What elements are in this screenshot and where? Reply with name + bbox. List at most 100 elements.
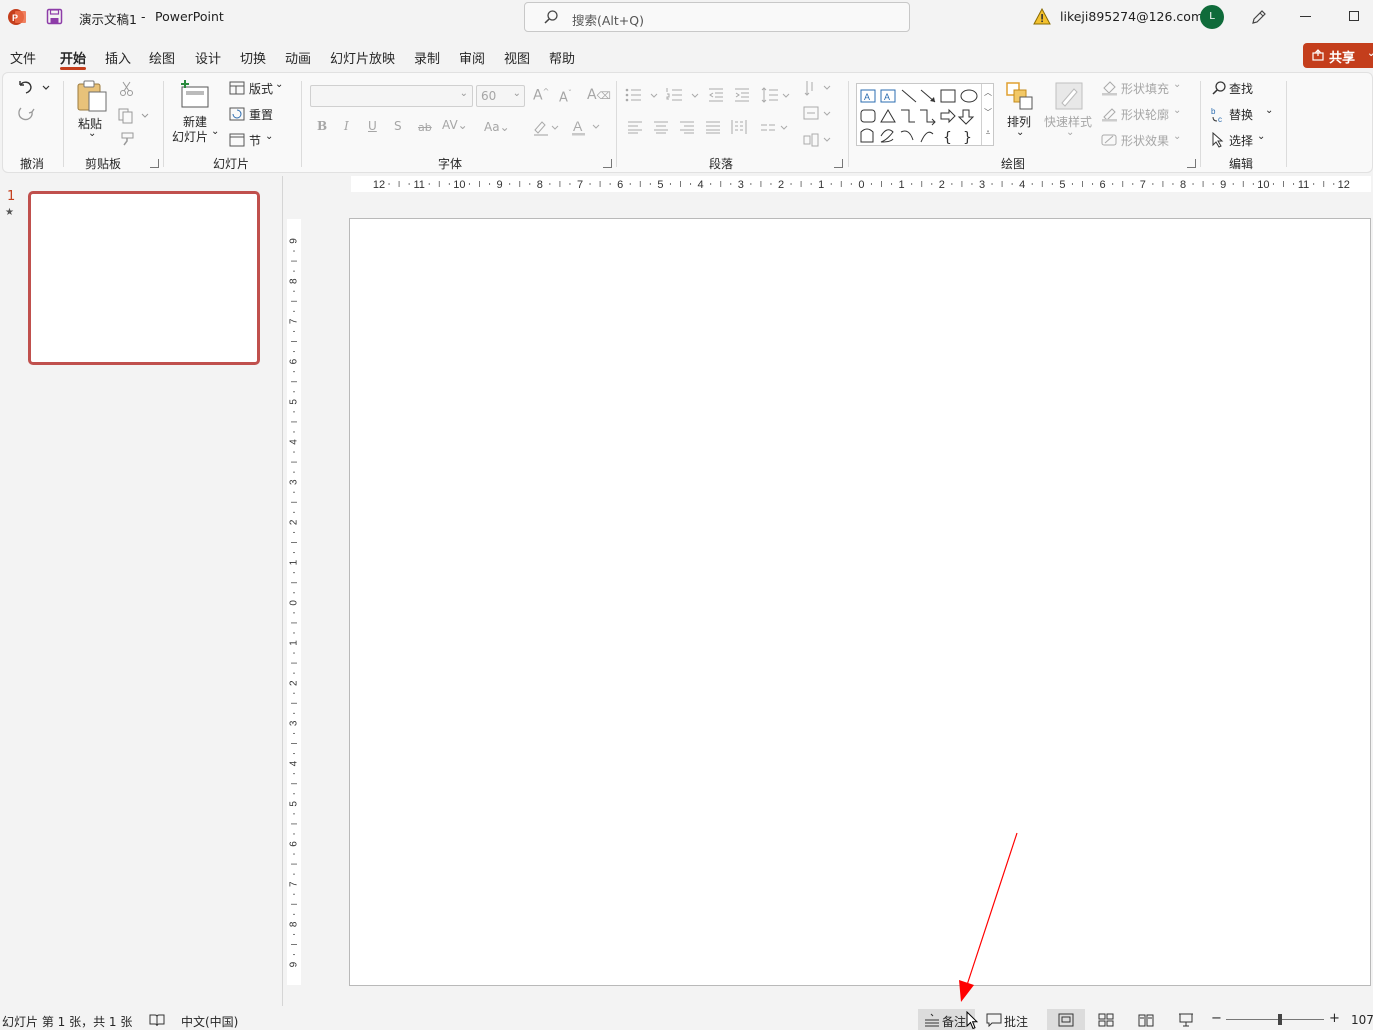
chevron-down-icon[interactable]: ⌄ (1173, 79, 1181, 90)
align-text-icon[interactable] (803, 106, 833, 122)
shape-effects-label[interactable]: 形状效果 (1121, 132, 1169, 149)
minimize-icon[interactable] (1300, 16, 1311, 17)
tab-file[interactable]: 文件 (10, 48, 36, 67)
columns-icon[interactable] (731, 119, 747, 135)
numbering-icon[interactable] (666, 87, 700, 103)
chevron-down-icon[interactable]: ⌄ (1257, 131, 1265, 142)
slideshow-view-icon[interactable] (1178, 1013, 1194, 1027)
shape-outline-label[interactable]: 形状轮廓 (1121, 106, 1169, 123)
shape-fill-icon[interactable] (1101, 80, 1119, 96)
tab-animations[interactable]: 动画 (285, 48, 311, 67)
cut-icon[interactable] (119, 81, 135, 97)
arrange-icon[interactable] (1005, 81, 1035, 111)
dialog-launcher-icon[interactable] (1187, 159, 1196, 168)
avatar[interactable]: L (1200, 5, 1224, 29)
decrease-indent-icon[interactable] (708, 87, 724, 103)
layout-icon[interactable] (229, 81, 245, 95)
language-status[interactable]: 中文(中国) (181, 1013, 238, 1030)
bold-icon[interactable]: B (317, 119, 327, 133)
dialog-launcher-icon[interactable] (150, 159, 159, 168)
chevron-down-icon[interactable]: ⌄ (1016, 127, 1024, 138)
format-painter-icon[interactable] (119, 131, 135, 147)
chevron-down-icon[interactable]: ﹀ (982, 104, 994, 124)
tab-insert[interactable]: 插入 (105, 48, 131, 67)
align-right-icon[interactable] (679, 120, 695, 134)
chevron-down-icon[interactable]: ⌄ (1066, 127, 1074, 138)
undo-icon[interactable] (16, 79, 52, 97)
shape-effects-icon[interactable] (1101, 132, 1119, 148)
align-left-icon[interactable] (627, 120, 643, 134)
underline-icon[interactable]: U (368, 119, 377, 133)
section-label[interactable]: 节 (249, 132, 261, 149)
new-slide-icon[interactable] (178, 79, 212, 109)
tab-transitions[interactable]: 切换 (240, 48, 266, 67)
zoom-in-button[interactable]: + (1329, 1011, 1340, 1026)
shape-fill-label[interactable]: 形状填充 (1121, 80, 1169, 97)
increase-font-icon[interactable]: A^ (533, 87, 549, 104)
justify-icon[interactable] (705, 120, 721, 134)
italic-icon[interactable]: I (344, 119, 349, 133)
tab-review[interactable]: 审阅 (459, 48, 485, 67)
chevron-down-icon[interactable]: ⌄ (1173, 105, 1181, 116)
line-spacing-icon[interactable] (761, 86, 791, 104)
section-icon[interactable] (229, 133, 245, 147)
zoom-slider[interactable] (1226, 1014, 1324, 1025)
dialog-launcher-icon[interactable] (603, 159, 612, 168)
copy-icon[interactable] (117, 106, 151, 124)
font-size-combo[interactable]: 60 ⌄ (476, 85, 525, 107)
tab-slideshow[interactable]: 幻灯片放映 (330, 48, 395, 67)
comments-button[interactable]: 批注 (983, 1009, 1033, 1030)
chevron-down-icon[interactable]: ⌄ (1173, 131, 1181, 142)
quick-styles-icon[interactable] (1054, 81, 1084, 111)
chevron-down-icon[interactable]: ⌄ (211, 126, 219, 137)
pane-divider[interactable] (282, 176, 283, 1006)
clear-formatting-icon[interactable]: A⌫ (587, 87, 611, 103)
find-label[interactable]: 查找 (1229, 80, 1253, 97)
normal-view-button[interactable] (1047, 1009, 1085, 1030)
slide-canvas[interactable] (349, 218, 1371, 986)
align-center-icon[interactable] (653, 120, 669, 134)
tab-home[interactable]: 开始 (60, 48, 86, 67)
reading-view-icon[interactable] (1138, 1013, 1154, 1027)
font-name-combo[interactable]: ⌄ (310, 85, 473, 107)
tab-view[interactable]: 视图 (504, 48, 530, 67)
select-cursor-icon[interactable] (1211, 132, 1225, 148)
text-direction-icon[interactable] (803, 79, 833, 97)
gallery-scroll[interactable]: ︿ ﹀ ⩡ (981, 84, 994, 145)
reset-label[interactable]: 重置 (249, 106, 273, 123)
accessibility-icon[interactable] (149, 1013, 165, 1027)
tab-design[interactable]: 设计 (195, 48, 221, 67)
layout-label[interactable]: 版式 (249, 80, 273, 97)
shapes-gallery[interactable]: A A { } ︿ ﹀ ⩡ (856, 83, 994, 146)
save-icon[interactable] (46, 8, 64, 26)
reset-icon[interactable] (229, 107, 245, 121)
paste-icon[interactable] (75, 79, 109, 113)
slide-sorter-icon[interactable] (1098, 1013, 1114, 1027)
tab-record[interactable]: 录制 (414, 48, 440, 67)
bullets-icon[interactable] (625, 87, 659, 103)
tab-help[interactable]: 帮助 (549, 48, 575, 67)
shape-outline-icon[interactable] (1101, 106, 1119, 122)
chevron-down-icon[interactable]: ⌄ (1265, 105, 1273, 116)
chevron-down-icon[interactable]: ⌄ (275, 79, 283, 90)
warning-icon[interactable] (1033, 8, 1051, 25)
new-slide-label-2[interactable]: 幻灯片 (172, 128, 208, 145)
account-email[interactable]: likeji895274@126.com (1060, 9, 1203, 24)
pen-icon[interactable] (1250, 8, 1268, 26)
select-label[interactable]: 选择 (1229, 132, 1253, 149)
zoom-level[interactable]: 107 (1351, 1013, 1373, 1027)
share-button[interactable]: 共享 ⌄ (1303, 43, 1373, 68)
character-spacing-icon[interactable]: AV⌄ (442, 118, 468, 132)
zoom-out-button[interactable]: − (1211, 1011, 1222, 1026)
decrease-font-icon[interactable]: Aˇ (559, 89, 572, 105)
redo-icon[interactable] (16, 104, 38, 124)
more-icon[interactable]: ⩡ (982, 124, 994, 144)
tab-draw[interactable]: 绘图 (149, 48, 175, 67)
zoom-slider-thumb[interactable] (1277, 1014, 1282, 1025)
chevron-down-icon[interactable]: ⌄ (265, 131, 273, 142)
font-color-icon[interactable]: A (571, 118, 601, 136)
chevron-down-icon[interactable]: ⌄ (88, 128, 96, 139)
smartart-icon[interactable] (803, 132, 833, 148)
increase-indent-icon[interactable] (734, 87, 750, 103)
replace-label[interactable]: 替换 (1229, 106, 1253, 123)
